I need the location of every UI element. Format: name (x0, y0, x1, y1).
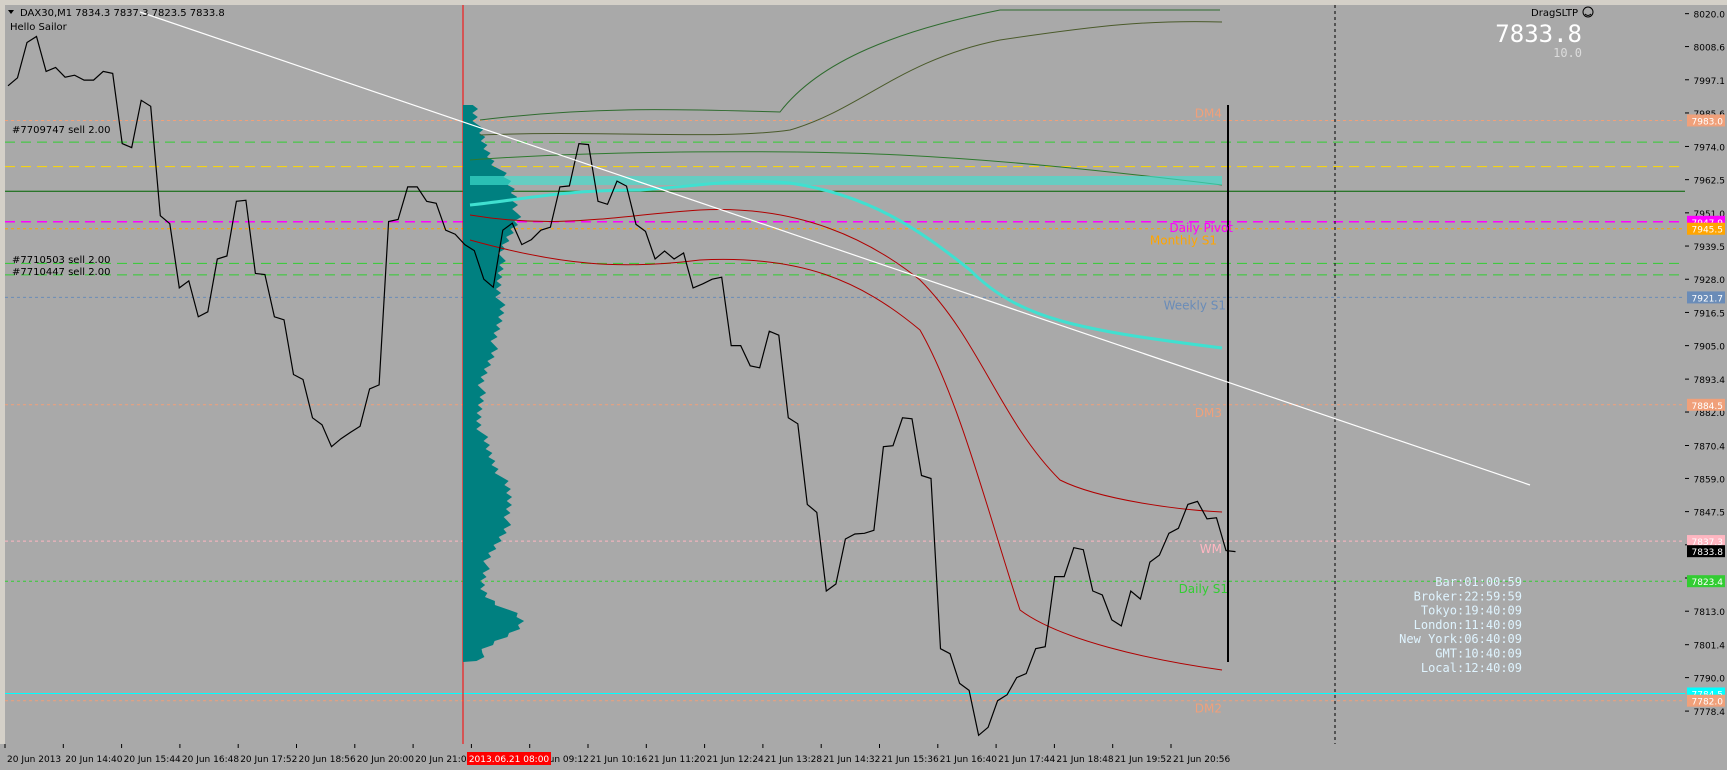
x-tick-label: 21 Jun 15:36 (882, 755, 939, 765)
y-tick-label: 7801.4 (1694, 642, 1726, 652)
x-tick-label: 21 Jun 12:24 (707, 755, 764, 765)
y-tick-label: 7962.5 (1694, 177, 1726, 187)
x-tick-label: 21 Jun 20:56 (1173, 755, 1230, 765)
y-tick-label: 7859.0 (1694, 475, 1726, 485)
y-tick-label: 7870.4 (1694, 443, 1726, 453)
x-tick-label: 20 Jun 14:40 (65, 755, 122, 765)
y-tick-label: 7916.5 (1694, 309, 1726, 319)
order-label[interactable]: #7709747 sell 2.00 (12, 125, 110, 136)
price-tag-label: 7782.0 (1692, 698, 1724, 708)
level-label: Monthly S1 (1150, 234, 1217, 248)
price-tag-label: 7884.5 (1692, 402, 1724, 412)
symbol-line: DAX30,M1 7834.3 7837.3 7823.5 7833.8 (20, 8, 225, 19)
x-tick-label: 20 Jun 16:48 (182, 755, 239, 765)
level-label: Daily S1 (1179, 582, 1228, 596)
value-area-band (470, 176, 1222, 185)
clock-line: Tokyo:19:40:09 (1421, 604, 1522, 618)
expert-name: DragSLTP (1531, 8, 1578, 19)
y-tick-label: 7905.0 (1694, 343, 1726, 353)
x-tick-label: 21 Jun 10:16 (590, 755, 647, 765)
x-tick-label: 21 Jun 19:52 (1115, 755, 1172, 765)
y-tick-label: 7893.4 (1694, 376, 1726, 386)
clock-line: London:11:40:09 (1414, 618, 1522, 632)
clock-line: GMT:10:40:09 (1435, 647, 1522, 661)
x-tick-label: 20 Jun 18:56 (299, 755, 356, 765)
x-tick-label: 21 Jun 13:28 (765, 755, 822, 765)
x-tick-label: 20 Jun 17:52 (240, 755, 297, 765)
x-tick-label: 21 Jun 11:20 (648, 755, 705, 765)
level-label: DM3 (1195, 406, 1222, 420)
y-tick-label: 8020.0 (1694, 11, 1726, 21)
x-tick-label: 20 Jun 20:00 (357, 755, 414, 765)
price-tag-label: 7921.7 (1692, 294, 1724, 304)
price-chart[interactable]: 8020.08008.67997.17985.67974.07962.57951… (0, 0, 1727, 770)
x-tick-label: 21 Jun 18:48 (1056, 755, 1113, 765)
x-tick-label: 20 Jun 2013 (7, 755, 61, 765)
price-tag-label: 7833.8 (1692, 548, 1724, 558)
order-label[interactable]: #7710503 sell 2.00 (12, 255, 110, 266)
time-highlight-label: 2013.06.21 08:00 (469, 755, 550, 765)
clock-line: Broker:22:59:59 (1414, 589, 1522, 603)
price-tag-label: 7983.0 (1692, 117, 1724, 127)
y-tick-label: 7928.0 (1694, 276, 1726, 286)
x-tick-label: 21 Jun 14:32 (823, 755, 880, 765)
y-tick-label: 8008.6 (1694, 44, 1726, 54)
y-tick-label: 7790.0 (1694, 675, 1726, 685)
y-tick-label: 7997.1 (1694, 77, 1726, 87)
level-label: WM (1200, 542, 1222, 556)
current-price-display: 7833.8 (1495, 20, 1582, 48)
x-tick-label: 20 Jun 15:44 (124, 755, 181, 765)
level-label: Weekly S1 (1164, 298, 1226, 312)
clock-line: Bar:01:00:59 (1435, 575, 1522, 589)
spread-display: 10.0 (1553, 46, 1582, 60)
x-tick-label: 20 Jun 21:04 (415, 755, 472, 765)
y-tick-label: 7813.0 (1694, 608, 1726, 618)
y-tick-label: 7939.5 (1694, 243, 1726, 253)
y-tick-label: 7974.0 (1694, 143, 1726, 153)
clock-line: Local:12:40:09 (1421, 661, 1522, 675)
order-label[interactable]: #7710447 sell 2.00 (12, 267, 110, 278)
price-tag-label: 7823.4 (1692, 578, 1724, 588)
y-tick-label: 7847.5 (1694, 509, 1726, 519)
x-tick-label: 21 Jun 17:44 (998, 755, 1055, 765)
chart-window: 8020.08008.67997.17985.67974.07962.57951… (0, 0, 1727, 770)
clock-line: New York:06:40:09 (1399, 632, 1522, 646)
time-highlight: 2013.06.21 08:00 (467, 752, 551, 765)
level-label: Daily Pivot (1169, 221, 1233, 235)
chart-subtitle: Hello Sailor (10, 22, 68, 33)
x-tick-label: 21 Jun 16:40 (940, 755, 997, 765)
y-tick-label: 7778.4 (1694, 708, 1726, 718)
price-tag-label: 7945.5 (1692, 226, 1724, 236)
level-label: DM2 (1195, 702, 1222, 716)
level-label: DM4 (1195, 106, 1222, 120)
